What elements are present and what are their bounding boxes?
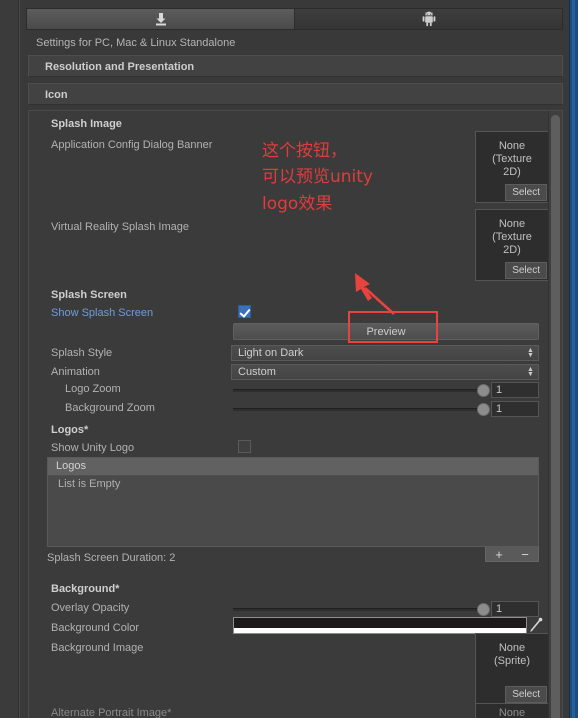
tab-standalone[interactable] xyxy=(27,9,295,29)
logo-zoom-value-field[interactable]: 1 xyxy=(491,382,539,398)
show-unity-logo-checkbox[interactable] xyxy=(238,440,251,453)
vr-select-button[interactable]: Select xyxy=(505,262,547,279)
standalone-download-icon xyxy=(153,11,169,27)
annotation-arrow xyxy=(352,268,412,321)
vr-value-line3: 2D) xyxy=(503,244,521,256)
show-splash-screen-label[interactable]: Show Splash Screen xyxy=(51,307,153,319)
logo-zoom-slider-knob[interactable] xyxy=(477,384,490,397)
chevron-updown-icon: ▲ ▼ xyxy=(527,347,534,359)
logos-title: Logos* xyxy=(51,424,89,436)
platform-tab-strip xyxy=(26,8,563,30)
background-image-line2: (Sprite) xyxy=(493,655,531,667)
foldout-icon[interactable]: Icon xyxy=(28,83,563,105)
annotation-note-line2: 可以预览unity xyxy=(262,167,373,187)
chevron-updown-icon-2: ▲ ▼ xyxy=(527,366,534,378)
annotation-note-line3: logo效果 xyxy=(262,194,333,214)
alternate-portrait-image-field[interactable]: None xyxy=(475,703,549,718)
foldout-resolution-and-presentation[interactable]: Resolution and Presentation xyxy=(28,55,563,77)
show-unity-logo-label: Show Unity Logo xyxy=(51,442,135,454)
overlay-opacity-slider-track[interactable] xyxy=(233,608,483,611)
tab-android[interactable] xyxy=(295,9,562,29)
vr-value-line2: (Texture xyxy=(492,231,532,243)
background-zoom-label: Background Zoom xyxy=(65,402,155,414)
animation-label: Animation xyxy=(51,366,100,378)
splash-screen-duration-label: Splash Screen Duration: 2 xyxy=(47,552,176,564)
background-zoom-value-field[interactable]: 1 xyxy=(491,401,539,417)
vr-value-line1: None xyxy=(498,218,526,230)
splash-image-title: Splash Image xyxy=(51,118,122,130)
unity-editor-window: Settings for PC, Mac & Linux Standalone … xyxy=(0,0,578,718)
background-image-label: Background Image xyxy=(51,642,144,654)
vertical-scrollbar[interactable] xyxy=(548,111,562,718)
remove-logo-button[interactable]: − xyxy=(521,548,529,561)
alternate-portrait-image-label: Alternate Portrait Image* xyxy=(51,707,172,718)
android-robot-icon xyxy=(422,11,436,27)
logos-list-empty-text: List is Empty xyxy=(58,478,121,490)
background-image-field[interactable]: None (Sprite) Select xyxy=(475,633,549,705)
background-color-label: Background Color xyxy=(51,622,140,634)
splash-style-value: Light on Dark xyxy=(238,347,304,359)
annotation-note-line1: 这个按钮， xyxy=(262,141,347,161)
show-splash-screen-checkbox[interactable] xyxy=(238,305,251,318)
banner-value-line1: None xyxy=(498,140,526,152)
splash-style-dropdown[interactable]: Light on Dark ▲ ▼ xyxy=(231,345,539,361)
animation-dropdown[interactable]: Custom ▲ ▼ xyxy=(231,364,539,380)
logos-list-header: Logos xyxy=(48,458,538,476)
splash-screen-title: Splash Screen xyxy=(51,289,127,301)
player-settings-panel: Settings for PC, Mac & Linux Standalone … xyxy=(19,0,570,718)
application-config-dialog-banner-field[interactable]: None (Texture 2D) Select xyxy=(475,131,549,203)
alternate-portrait-value: None xyxy=(498,707,526,718)
logo-zoom-label: Logo Zoom xyxy=(65,383,121,395)
virtual-reality-splash-image-label: Virtual Reality Splash Image xyxy=(51,221,189,233)
background-image-select-button[interactable]: Select xyxy=(505,686,547,703)
background-image-line1: None xyxy=(498,642,526,654)
window-focus-accent xyxy=(569,0,578,718)
virtual-reality-splash-image-field[interactable]: None (Texture 2D) Select xyxy=(475,209,549,281)
add-logo-button[interactable]: + xyxy=(495,548,503,561)
banner-value-line2: (Texture xyxy=(492,153,532,165)
background-zoom-slider-knob[interactable] xyxy=(477,403,490,416)
scrollbar-thumb[interactable] xyxy=(551,115,560,718)
settings-for-platform-label: Settings for PC, Mac & Linux Standalone xyxy=(36,37,236,49)
overlay-opacity-slider-knob[interactable] xyxy=(477,603,490,616)
application-config-dialog-banner-label: Application Config Dialog Banner xyxy=(51,139,213,151)
logos-list-footer: + − xyxy=(485,547,539,562)
banner-value-line3: 2D) xyxy=(503,166,521,178)
background-zoom-slider-track[interactable] xyxy=(233,408,483,411)
logo-zoom-slider-track[interactable] xyxy=(233,389,483,392)
splash-style-label: Splash Style xyxy=(51,347,113,359)
left-gutter xyxy=(0,0,19,718)
animation-value: Custom xyxy=(238,366,276,378)
overlay-opacity-value-field[interactable]: 1 xyxy=(491,601,539,617)
background-color-swatch[interactable] xyxy=(233,617,527,634)
banner-select-button[interactable]: Select xyxy=(505,184,547,201)
logos-list[interactable]: Logos List is Empty xyxy=(47,457,539,547)
background-title: Background* xyxy=(51,583,120,595)
overlay-opacity-label: Overlay Opacity xyxy=(51,602,130,614)
